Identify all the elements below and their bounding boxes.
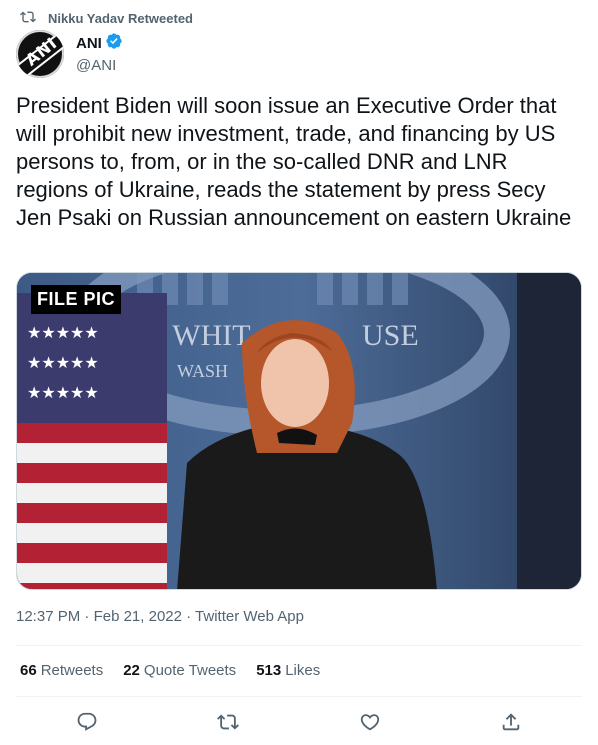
avatar[interactable]: ANI xyxy=(16,30,64,78)
quote-tweets-stat[interactable]: 22 Quote Tweets xyxy=(123,662,236,679)
svg-text:★★★★★: ★★★★★ xyxy=(27,323,99,342)
author-display-name[interactable]: ANI xyxy=(76,34,102,54)
like-button[interactable] xyxy=(359,711,381,733)
author-handle[interactable]: @ANI xyxy=(76,56,123,76)
retweet-label: Nikku Yadav Retweeted xyxy=(48,10,193,26)
backdrop-text-2: USE xyxy=(362,319,419,352)
share-button[interactable] xyxy=(500,711,522,733)
tweet-author[interactable]: ANI ANI @ANI xyxy=(16,30,123,78)
svg-text:★★★★★: ★★★★★ xyxy=(27,353,99,372)
likes-count: 513 xyxy=(256,662,282,679)
likes-stat[interactable]: 513 Likes xyxy=(256,662,320,679)
quote-tweets-count: 22 xyxy=(123,662,140,679)
verified-badge-icon xyxy=(102,32,123,56)
retweet-button[interactable] xyxy=(217,711,240,733)
quote-tweets-label: Quote Tweets xyxy=(143,662,237,679)
retweets-stat[interactable]: 66 Retweets xyxy=(20,662,103,679)
backdrop-text-3: WASH xyxy=(177,361,228,381)
tweet-media-image[interactable]: E WHIT USE WASH ★★★★★ ★★★★★ ★★★★★ FILE P… xyxy=(16,272,582,590)
tweet-date[interactable]: Feb 21, 2022 xyxy=(94,608,182,625)
retweet-indicator[interactable]: Nikku Yadav Retweeted xyxy=(20,8,193,28)
heart-icon xyxy=(360,714,379,731)
tweet-metadata: 12:37 PM · Feb 21, 2022 · Twitter Web Ap… xyxy=(16,608,304,625)
share-icon xyxy=(503,713,520,731)
us-flag: ★★★★★ ★★★★★ ★★★★★ xyxy=(17,293,167,589)
likes-label: Likes xyxy=(285,662,321,679)
retweets-label: Retweets xyxy=(40,662,104,679)
reply-button[interactable] xyxy=(76,711,98,733)
retweet-action-icon xyxy=(217,714,240,730)
tweet-text: President Biden will soon issue an Execu… xyxy=(16,93,572,230)
reply-icon xyxy=(77,712,97,731)
tweet-time[interactable]: 12:37 PM xyxy=(16,608,80,625)
file-pic-label: FILE PIC xyxy=(31,285,122,314)
tweet-source[interactable]: Twitter Web App xyxy=(195,608,304,625)
engagement-stats: 66 Retweets 22 Quote Tweets 513 Likes xyxy=(20,662,340,679)
divider-bottom xyxy=(16,696,582,697)
retweet-icon xyxy=(20,9,48,28)
tweet-actions xyxy=(16,700,582,744)
retweets-count: 66 xyxy=(20,662,37,679)
svg-text:★★★★★: ★★★★★ xyxy=(27,383,99,402)
press-briefing-photo: E WHIT USE WASH ★★★★★ ★★★★★ ★★★★★ xyxy=(17,273,581,589)
divider-top xyxy=(16,645,582,646)
